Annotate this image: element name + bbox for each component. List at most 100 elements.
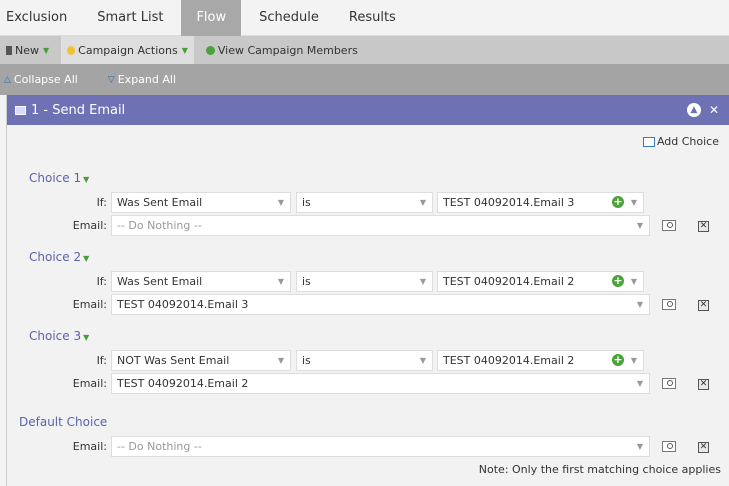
preview-email-icon[interactable]: [662, 378, 676, 389]
expand-all-button[interactable]: ▽ Expand All: [104, 73, 180, 86]
dropdown-arrow-icon: ▼: [277, 198, 284, 207]
move-up-icon[interactable]: ▲: [687, 103, 701, 117]
view-campaign-members-button[interactable]: View Campaign Members: [200, 36, 364, 64]
collapse-icon: △: [4, 74, 11, 85]
choice-label: Choice 2: [29, 250, 82, 264]
lightbulb-icon: [67, 45, 76, 55]
choice-1-title[interactable]: Choice 1 ▼: [29, 171, 89, 185]
add-choice-button[interactable]: Add Choice: [642, 135, 719, 148]
if-label: If:: [96, 354, 107, 367]
magnifier-icon: [667, 443, 673, 449]
dropdown-arrow-icon: ▼: [636, 379, 643, 388]
tab-bar: Exclusion Smart List Flow Schedule Resul…: [0, 0, 729, 36]
condition-value: NOT Was Sent Email: [117, 354, 230, 367]
new-menu-button[interactable]: New ▼: [0, 36, 55, 64]
dropdown-arrow-icon: ▼: [636, 300, 643, 309]
view-members-label: View Campaign Members: [217, 43, 358, 57]
email-value: TEST 04092014.Email 2: [117, 377, 249, 390]
tab-schedule[interactable]: Schedule: [244, 0, 334, 36]
add-choice-label: Add Choice: [656, 135, 719, 148]
condition-select[interactable]: Was Sent Email ▼: [111, 192, 291, 213]
close-icon[interactable]: ✕: [707, 103, 721, 117]
email-select[interactable]: -- Do Nothing -- ▼: [111, 215, 650, 236]
delete-choice-icon[interactable]: ✕: [698, 300, 709, 311]
email-select[interactable]: TEST 04092014.Email 3 ▼: [111, 294, 650, 315]
value-select[interactable]: TEST 04092014.Email 2 + ▼: [437, 350, 644, 371]
campaign-actions-button[interactable]: Campaign Actions ▼: [61, 36, 194, 64]
email-select[interactable]: TEST 04092014.Email 2 ▼: [111, 373, 650, 394]
operator-value: is: [302, 354, 311, 367]
preview-email-icon[interactable]: [662, 220, 676, 231]
default-email-select[interactable]: -- Do Nothing -- ▼: [111, 436, 650, 457]
delete-choice-icon[interactable]: ✕: [698, 442, 709, 453]
email-step-icon: [15, 105, 26, 115]
value-text: TEST 04092014.Email 3: [443, 196, 575, 209]
chevron-down-icon: ▼: [181, 45, 188, 55]
dropdown-arrow-icon: ▼: [636, 221, 643, 230]
value-text: TEST 04092014.Email 2: [443, 275, 575, 288]
preview-email-icon[interactable]: [662, 441, 676, 452]
operator-value: is: [302, 275, 311, 288]
operator-value: is: [302, 196, 311, 209]
if-label: If:: [96, 196, 107, 209]
operator-select[interactable]: is ▼: [296, 192, 433, 213]
expand-collapse-bar: △ Collapse All ▽ Expand All: [0, 64, 729, 95]
flow-step-panel: 1 - Send Email ▲ ✕ Add Choice Choice 1 ▼ …: [6, 95, 729, 486]
chevron-down-icon: ▼: [83, 175, 90, 184]
choice-2-title[interactable]: Choice 2 ▼: [29, 250, 89, 264]
condition-value: Was Sent Email: [117, 275, 203, 288]
tab-exclusion[interactable]: Exclusion: [0, 0, 82, 36]
campaign-actions-label: Campaign Actions: [78, 43, 178, 57]
new-label: New: [15, 43, 39, 57]
magnifier-icon: [667, 222, 673, 228]
dropdown-arrow-icon: ▼: [419, 277, 426, 286]
choice-3-title[interactable]: Choice 3 ▼: [29, 329, 89, 343]
add-value-icon[interactable]: +: [612, 275, 624, 287]
dropdown-arrow-icon: ▼: [636, 442, 643, 451]
email-value: TEST 04092014.Email 3: [117, 298, 249, 311]
choice-label: Choice 1: [29, 171, 82, 185]
email-value: -- Do Nothing --: [117, 219, 202, 232]
add-choice-icon: [642, 136, 655, 147]
delete-choice-icon[interactable]: ✕: [698, 221, 709, 232]
email-label: Email:: [72, 440, 107, 453]
if-label: If:: [96, 275, 107, 288]
expand-all-label: Expand All: [117, 73, 177, 86]
delete-choice-icon[interactable]: ✕: [698, 379, 709, 390]
email-label: Email:: [72, 298, 107, 311]
magnifier-icon: [667, 380, 673, 386]
tab-results[interactable]: Results: [334, 0, 411, 36]
toolbar: New ▼ Campaign Actions ▼ View Campaign M…: [0, 36, 729, 64]
choice-label: Choice 3: [29, 329, 82, 343]
dropdown-arrow-icon: ▼: [277, 356, 284, 365]
value-select[interactable]: TEST 04092014.Email 3 + ▼: [437, 192, 644, 213]
tab-flow[interactable]: Flow: [181, 0, 242, 36]
magnifier-icon: [667, 301, 673, 307]
tab-smart-list[interactable]: Smart List: [82, 0, 178, 36]
chevron-down-icon: ▼: [43, 45, 50, 55]
preview-email-icon[interactable]: [662, 299, 676, 310]
expand-icon: ▽: [107, 74, 115, 85]
flow-step-header: 1 - Send Email ▲ ✕: [7, 95, 729, 125]
collapse-all-label: Collapse All: [13, 73, 78, 86]
dropdown-arrow-icon: ▼: [277, 277, 284, 286]
dropdown-arrow-icon: ▼: [419, 356, 426, 365]
dropdown-arrow-icon: ▼: [630, 277, 637, 286]
add-value-icon[interactable]: +: [612, 196, 624, 208]
email-label: Email:: [72, 219, 107, 232]
dropdown-arrow-icon: ▼: [630, 356, 637, 365]
condition-select[interactable]: Was Sent Email ▼: [111, 271, 291, 292]
email-value: -- Do Nothing --: [117, 440, 202, 453]
operator-select[interactable]: is ▼: [296, 350, 433, 371]
default-choice-title: Default Choice: [19, 415, 108, 429]
dropdown-arrow-icon: ▼: [630, 198, 637, 207]
email-label: Email:: [72, 377, 107, 390]
dropdown-arrow-icon: ▼: [419, 198, 426, 207]
add-value-icon[interactable]: +: [612, 354, 624, 366]
condition-select[interactable]: NOT Was Sent Email ▼: [111, 350, 291, 371]
value-select[interactable]: TEST 04092014.Email 2 + ▼: [437, 271, 644, 292]
members-icon: [205, 45, 215, 55]
collapse-all-button[interactable]: △ Collapse All: [0, 73, 82, 86]
operator-select[interactable]: is ▼: [296, 271, 433, 292]
new-icon: [6, 45, 12, 55]
